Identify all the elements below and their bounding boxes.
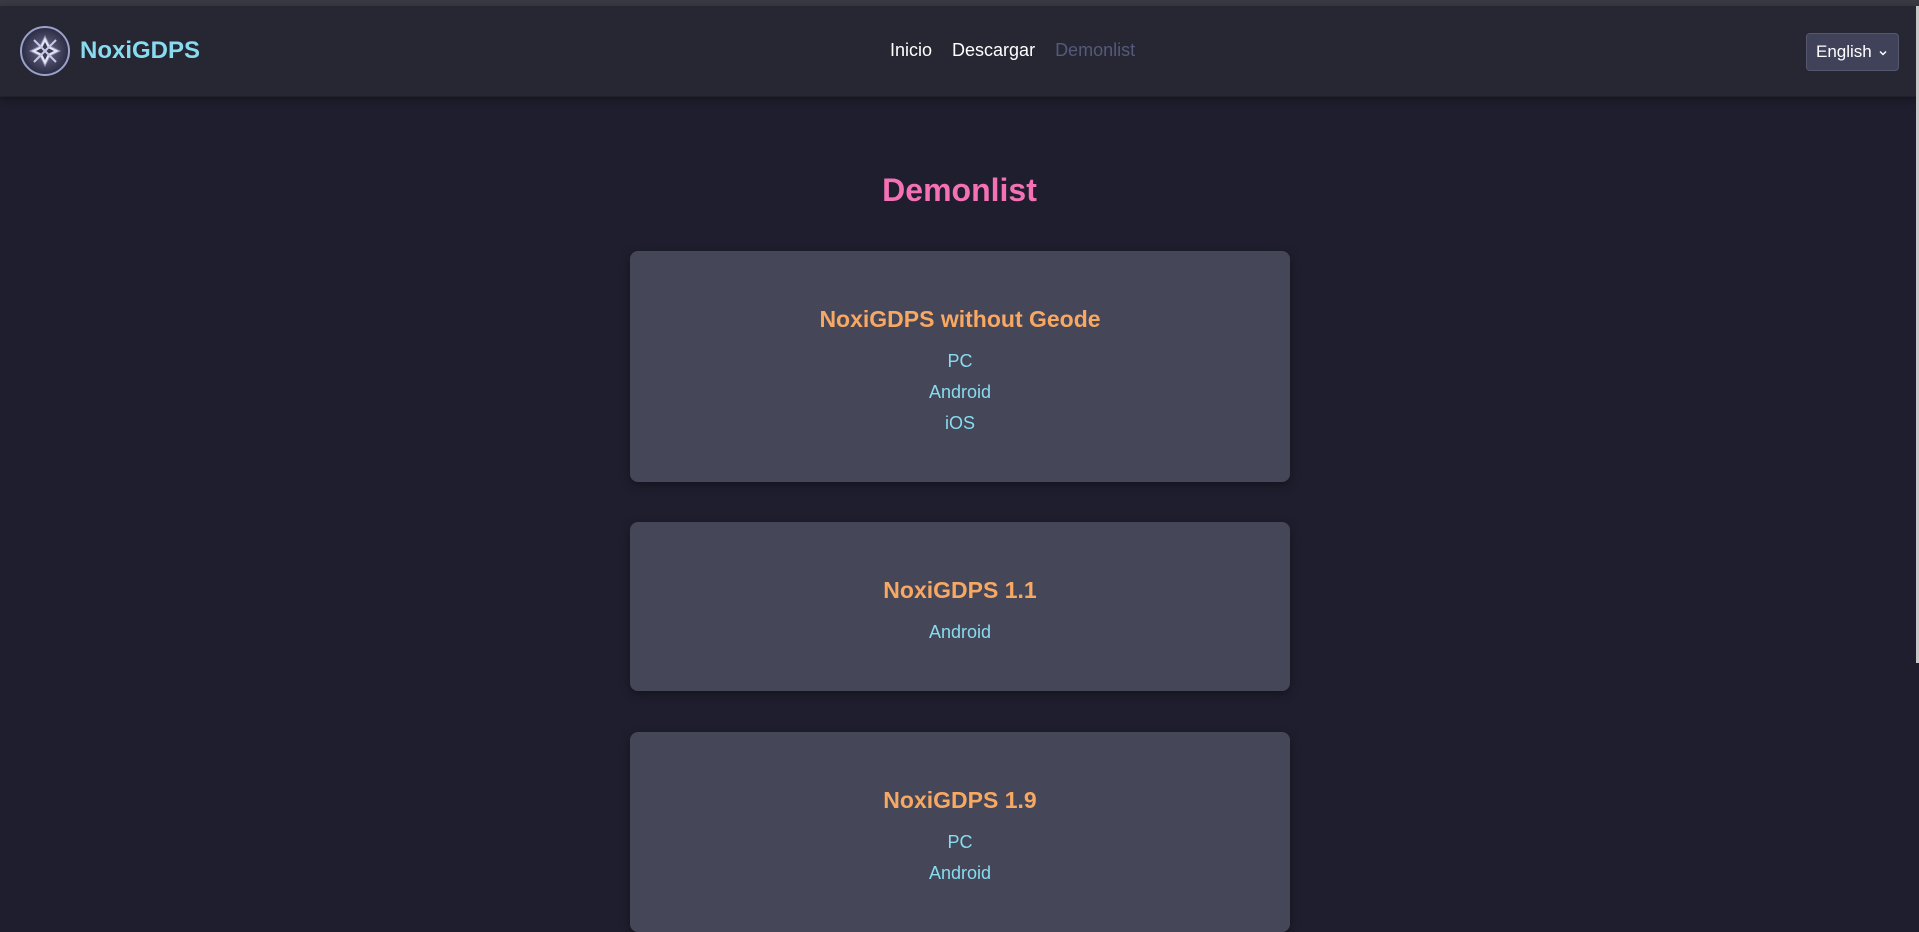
download-link-android[interactable]: Android <box>630 377 1290 408</box>
nav-link-descargar[interactable]: Descargar <box>952 40 1035 61</box>
download-card: NoxiGDPS 1.1 Android <box>630 522 1290 691</box>
language-select-value: English <box>1816 42 1872 61</box>
card-title: NoxiGDPS 1.1 <box>883 577 1037 603</box>
download-link-pc[interactable]: PC <box>630 346 1290 377</box>
download-link-ios[interactable]: iOS <box>630 408 1290 439</box>
download-link-android[interactable]: Android <box>630 617 1290 648</box>
card-title: NoxiGDPS 1.9 <box>883 787 1037 813</box>
chevron-down-icon <box>1877 44 1889 64</box>
download-link-android[interactable]: Android <box>630 858 1290 889</box>
download-card: NoxiGDPS without Geode PC Android iOS <box>630 251 1290 482</box>
main-nav: Inicio Descargar Demonlist <box>890 40 1135 61</box>
nav-link-inicio[interactable]: Inicio <box>890 40 932 61</box>
brand-home-link[interactable]: NoxiGDPS <box>20 26 200 76</box>
noxi-logo-icon <box>20 26 70 76</box>
card-title: NoxiGDPS without Geode <box>819 306 1101 332</box>
download-card: NoxiGDPS 1.9 PC Android <box>630 732 1290 932</box>
nav-link-demonlist[interactable]: Demonlist <box>1055 40 1135 61</box>
brand-name: NoxiGDPS <box>80 37 201 64</box>
language-select[interactable]: English <box>1806 33 1899 71</box>
page-title: Demonlist <box>882 172 1037 208</box>
download-link-pc[interactable]: PC <box>630 827 1290 858</box>
navbar: NoxiGDPS Inicio Descargar Demonlist Engl… <box>0 6 1919 97</box>
